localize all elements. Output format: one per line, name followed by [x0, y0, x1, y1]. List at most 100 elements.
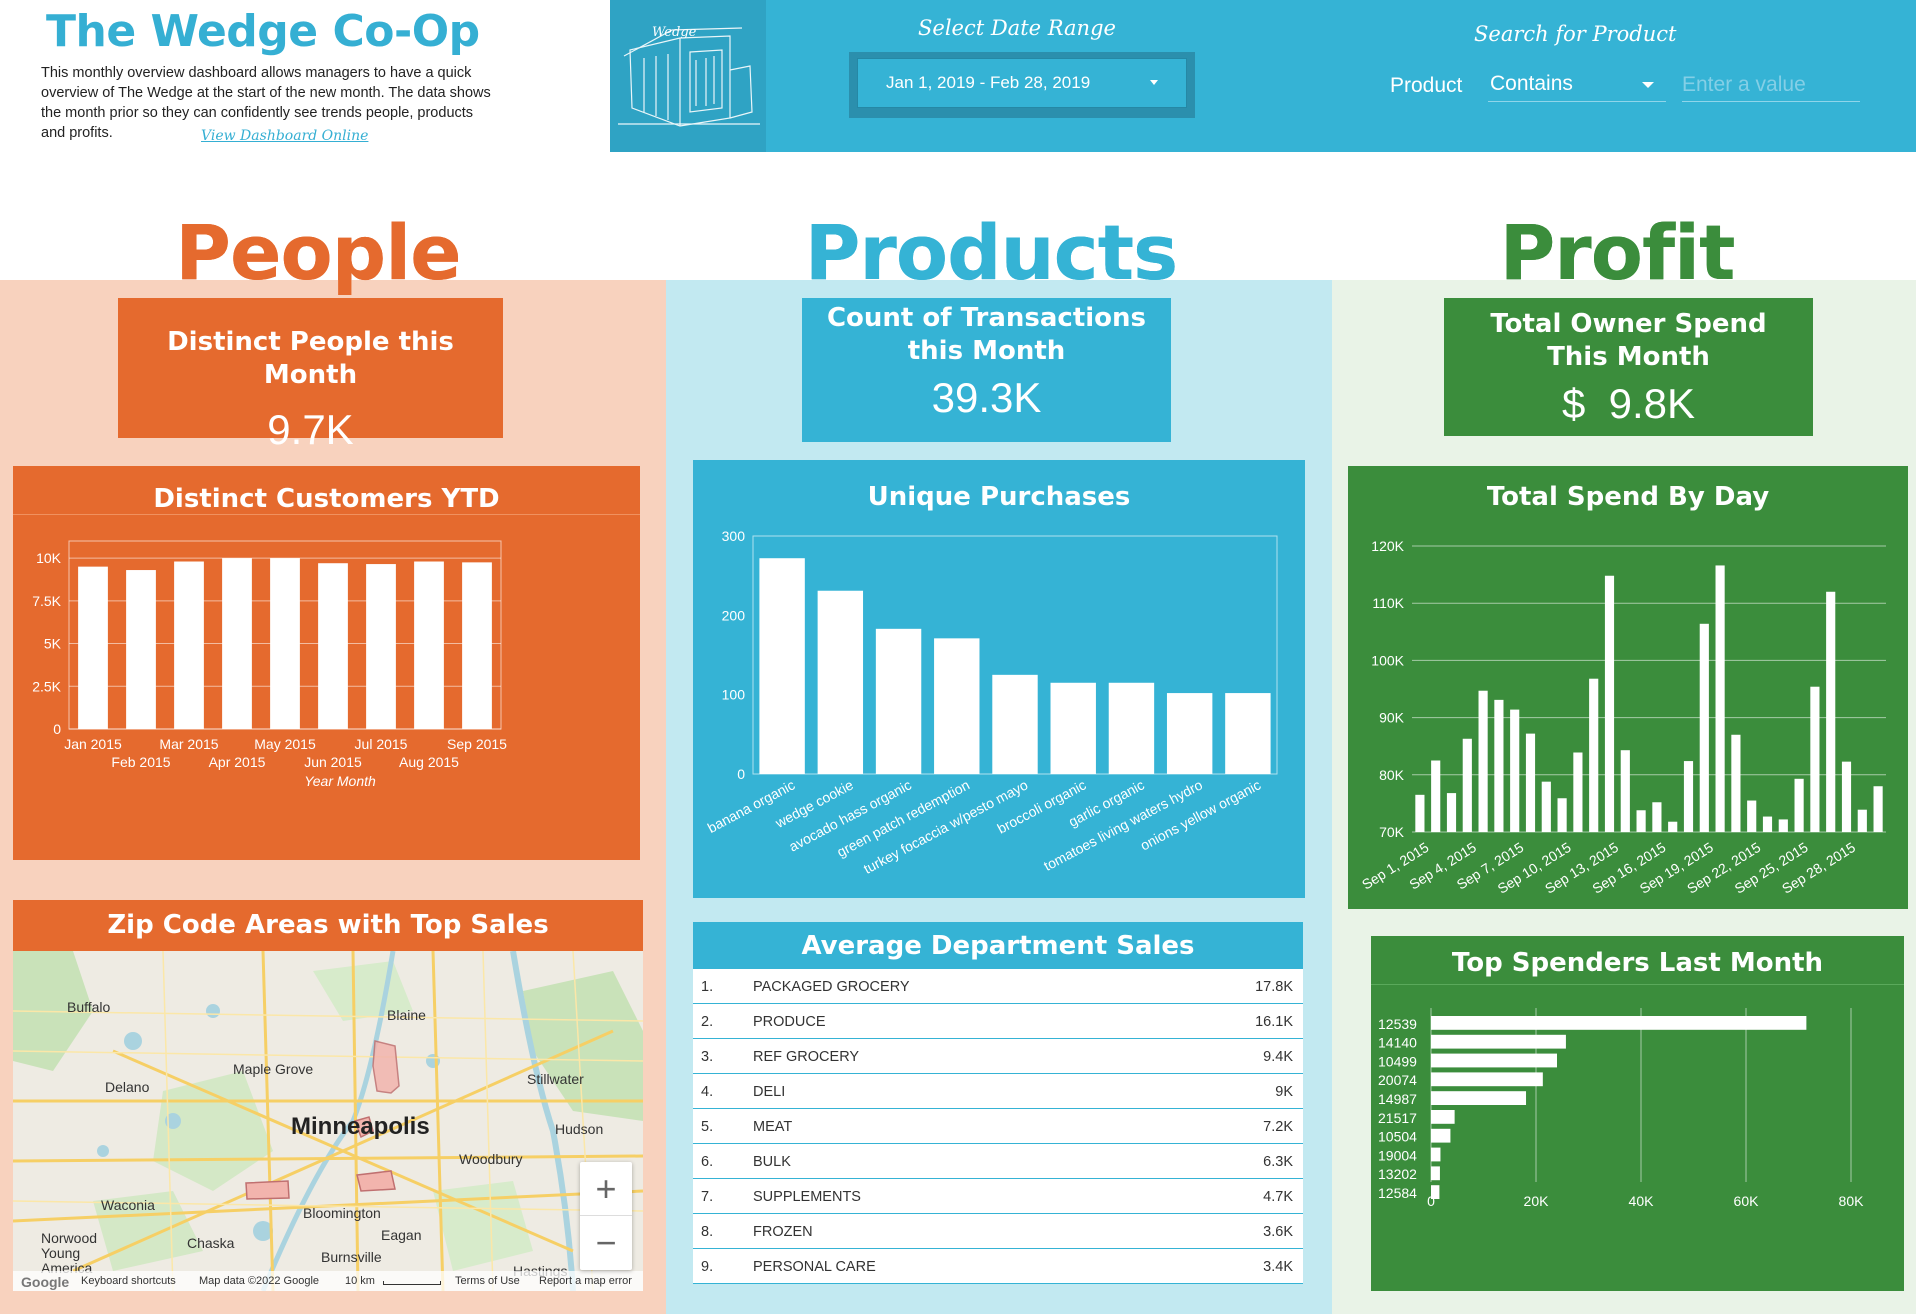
y-tick-label: 100 — [722, 687, 746, 703]
bar — [1431, 1128, 1451, 1143]
map-place-label: Maple Grove — [233, 1061, 314, 1077]
map-zoom-control: + − — [580, 1162, 632, 1270]
table-row[interactable]: 4. DELI 9K — [693, 1074, 1303, 1109]
bar — [875, 628, 922, 774]
row-rank: 9. — [701, 1259, 714, 1275]
row-rank: 7. — [701, 1189, 714, 1205]
y-tick-label: 300 — [722, 528, 746, 544]
bar — [1510, 709, 1520, 832]
bar — [318, 563, 348, 729]
terms-link[interactable]: Terms of Use — [455, 1275, 520, 1287]
row-value: 3.6K — [1263, 1224, 1293, 1240]
report-error-link[interactable]: Report a map error — [539, 1275, 632, 1287]
x-tick-label: Jul 2015 — [355, 736, 408, 752]
y-tick-label: 80K — [1379, 767, 1405, 783]
bar — [1873, 786, 1883, 832]
map-city-label: Minneapolis — [291, 1113, 430, 1140]
view-dashboard-link[interactable]: View Dashboard Online — [201, 128, 368, 144]
bar — [1794, 778, 1804, 832]
bar — [817, 590, 864, 774]
zoom-out-button[interactable]: − — [580, 1216, 632, 1270]
table-row[interactable]: 5. MEAT 7.2K — [693, 1109, 1303, 1144]
section-title-people-overlay: People — [175, 208, 461, 297]
table-row[interactable]: 7. SUPPLEMENTS 4.7K — [693, 1179, 1303, 1214]
x-tick-label: Jan 2015 — [64, 736, 122, 752]
row-department: MEAT — [753, 1119, 793, 1135]
product-search-input[interactable] — [1682, 68, 1860, 102]
bar — [1747, 800, 1757, 832]
kpi-transactions: Count of Transactions this Month 39.3K — [802, 298, 1171, 442]
row-rank: 2. — [701, 1014, 714, 1030]
map-place-label: Burnsville — [321, 1249, 382, 1265]
product-operator-value: Contains — [1490, 72, 1573, 95]
y-tick-label: 21517 — [1378, 1110, 1417, 1126]
table-row[interactable]: 1. PACKAGED GROCERY 17.8K — [693, 969, 1303, 1004]
x-tick-label: Sep 2015 — [447, 736, 507, 752]
keyboard-shortcuts-link[interactable]: Keyboard shortcuts — [81, 1275, 176, 1287]
date-range-picker[interactable]: Jan 1, 2019 - Feb 28, 2019 — [857, 58, 1187, 108]
row-department: BULK — [753, 1154, 791, 1170]
row-rank: 8. — [701, 1224, 714, 1240]
y-tick-label: 10504 — [1378, 1129, 1417, 1145]
y-tick-label: 12584 — [1378, 1185, 1417, 1201]
date-range-value: Jan 1, 2019 - Feb 28, 2019 — [886, 73, 1091, 92]
zip-code-map[interactable]: Buffalo Blaine Maple Grove Stillwater De… — [13, 951, 643, 1291]
bar — [1431, 1034, 1566, 1049]
bar — [1573, 752, 1583, 832]
bar — [1731, 734, 1741, 832]
bar — [1225, 693, 1271, 774]
table-row[interactable]: 8. FROZEN 3.6K — [693, 1214, 1303, 1249]
map-place-label: Hudson — [555, 1121, 604, 1137]
y-tick-label: 7.5K — [32, 593, 61, 609]
bar — [1431, 760, 1441, 832]
x-tick-label: 20K — [1524, 1193, 1550, 1209]
y-tick-label: 10499 — [1378, 1053, 1417, 1069]
kpi-label-line1: Count of Transactions — [826, 303, 1147, 333]
bar — [1857, 809, 1867, 832]
customers-ytd-panel: Distinct Customers YTD 0 2.5K 5K 7.5K 10K Jan… — [13, 466, 640, 860]
row-department: PRODUCE — [753, 1014, 826, 1030]
y-tick-label: 90K — [1379, 710, 1405, 726]
bar — [1715, 565, 1725, 832]
table-row[interactable]: 3. REF GROCERY 9.4K — [693, 1039, 1303, 1074]
dept-sales-table: 1. PACKAGED GROCERY 17.8K 2. PRODUCE 16.1K 3… — [693, 969, 1303, 1284]
top-spenders-bar-chart: 0 20K 40K 60K 80K125391414010499200741498721… — [1378, 1008, 1865, 1209]
scale-bar-icon — [383, 1281, 441, 1285]
bar — [1431, 1016, 1807, 1030]
x-tick-label: Feb 2015 — [111, 754, 170, 770]
wedge-logo: Wedge — [610, 0, 766, 152]
google-logo: Google — [21, 1274, 70, 1290]
table-row[interactable]: 2. PRODUCE 16.1K — [693, 1004, 1303, 1039]
table-row[interactable]: 9. PERSONAL CARE 3.4K — [693, 1249, 1303, 1284]
row-value: 16.1K — [1255, 1014, 1293, 1030]
table-row[interactable]: 6. BULK 6.3K — [693, 1144, 1303, 1179]
app-title: The Wedge Co-Op — [46, 6, 480, 57]
y-tick-label: 0 — [737, 766, 745, 782]
bar — [1778, 819, 1788, 832]
chevron-down-icon — [1150, 80, 1158, 85]
x-tick-label: 40K — [1629, 1193, 1655, 1209]
bar — [1431, 1147, 1441, 1162]
bar — [222, 558, 252, 729]
kpi-label-line2: this Month — [907, 336, 1066, 366]
unique-purchases-bar-chart: 0100200300banana organicwedge cookieavoc… — [705, 528, 1278, 877]
x-tick-label: 80K — [1839, 1193, 1865, 1209]
bar — [1108, 682, 1155, 774]
y-tick-label: 12539 — [1378, 1016, 1417, 1032]
bar — [1810, 686, 1820, 832]
y-tick-label: 10K — [36, 550, 62, 566]
x-tick-label: Aug 2015 — [399, 754, 459, 770]
map-place-label: Chaska — [187, 1235, 235, 1251]
bar — [1541, 781, 1551, 832]
bar — [1431, 1091, 1527, 1105]
row-rank: 3. — [701, 1049, 714, 1065]
bar — [462, 562, 492, 729]
zoom-in-button[interactable]: + — [580, 1162, 632, 1216]
kpi-value: 9.7K — [267, 406, 354, 453]
y-tick-label: 19004 — [1378, 1147, 1417, 1163]
y-tick-label: 200 — [722, 607, 746, 623]
kpi-distinct-people: Distinct People this Month 9.7K — [118, 298, 503, 453]
map-place-label: Stillwater — [527, 1071, 584, 1087]
map-place-label: Bloomington — [303, 1205, 381, 1221]
product-operator-select[interactable]: Contains — [1488, 68, 1666, 102]
